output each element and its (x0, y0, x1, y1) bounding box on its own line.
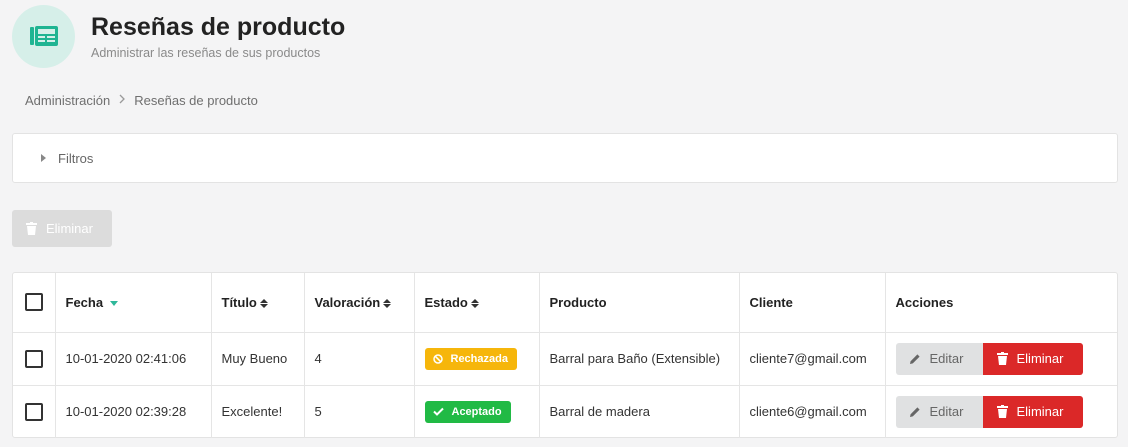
edit-button[interactable]: Editar (895, 395, 983, 428)
sort-icon (470, 298, 479, 308)
cell-rating: 5 (304, 385, 415, 438)
sort-icon (383, 298, 392, 308)
edit-button[interactable]: Editar (895, 342, 983, 375)
row-actions: Editar Eliminar (895, 395, 1118, 428)
column-customer: Cliente (739, 273, 886, 333)
delete-button[interactable]: Eliminar (982, 342, 1083, 375)
pencil-icon (909, 406, 921, 418)
cell-title: Muy Bueno (211, 332, 305, 386)
cell-product: Barral de madera (539, 385, 740, 438)
filters-toggle[interactable]: Filtros (12, 133, 1118, 183)
cell-date: 10-01-2020 02:41:06 (55, 332, 212, 386)
row-actions: Editar Eliminar (895, 342, 1118, 375)
filters-label: Filtros (58, 150, 94, 166)
ban-icon (432, 353, 443, 364)
bulk-delete-button[interactable]: Eliminar (12, 210, 112, 247)
breadcrumb-item-current: Reseñas de producto (134, 92, 258, 108)
cell-customer: cliente7@gmail.com (739, 332, 886, 386)
cell-rating: 4 (304, 332, 415, 386)
edit-label: Editar (929, 404, 964, 420)
select-all-checkbox[interactable] (25, 293, 43, 312)
caret-right-icon (41, 154, 46, 162)
row-select-cell (13, 385, 56, 438)
column-actions: Acciones (885, 273, 1117, 333)
delete-button[interactable]: Eliminar (982, 395, 1083, 428)
page-subtitle: Administrar las reseñas de sus productos (91, 46, 321, 60)
cell-actions: Editar Eliminar (885, 385, 1117, 438)
select-all-cell (13, 273, 56, 333)
reviews-table-card: Fecha Título Valoración Estado Producto … (12, 272, 1118, 438)
cell-customer: cliente6@gmail.com (739, 385, 886, 438)
status-badge: Aceptado (424, 400, 511, 423)
column-date[interactable]: Fecha (55, 273, 212, 333)
row-checkbox[interactable] (25, 349, 43, 368)
delete-label: Eliminar (1016, 404, 1064, 420)
cell-status: Rechazada (414, 332, 540, 386)
page-header: Reseñas de producto Administrar las rese… (12, 4, 345, 68)
row-select-cell (13, 332, 56, 386)
column-product: Producto (539, 273, 740, 333)
pencil-icon (909, 353, 921, 365)
check-icon (432, 407, 444, 417)
page-title: Reseñas de producto (91, 13, 346, 41)
trash-icon (996, 405, 1008, 419)
cell-status: Aceptado (414, 385, 540, 438)
table-row: 10-01-2020 02:41:06 Muy Bueno 4 Rechazad… (13, 332, 1118, 386)
trash-icon (996, 352, 1008, 365)
table-row: 10-01-2020 02:39:28 Excelente! 5 Aceptad… (13, 385, 1117, 438)
table-header-row: Fecha Título Valoración Estado Producto … (13, 273, 1117, 333)
sort-desc-icon (110, 300, 119, 306)
column-rating[interactable]: Valoración (304, 273, 415, 333)
chevron-right-icon (119, 93, 126, 107)
cell-product: Barral para Baño (Extensible) (539, 332, 740, 386)
trash-icon (26, 222, 37, 235)
column-title[interactable]: Título (211, 273, 305, 333)
cell-title: Excelente! (211, 385, 305, 438)
reviews-list-icon (12, 4, 75, 68)
breadcrumb: Administración Reseñas de producto (25, 92, 258, 108)
sort-icon (259, 298, 268, 308)
delete-label: Eliminar (1016, 351, 1064, 366)
bulk-delete-label: Eliminar (46, 221, 93, 236)
status-badge: Rechazada (424, 347, 517, 370)
row-checkbox[interactable] (25, 402, 43, 421)
status-label: Rechazada (450, 352, 508, 365)
column-status[interactable]: Estado (414, 273, 540, 333)
edit-label: Editar (929, 351, 964, 366)
reviews-table: Fecha Título Valoración Estado Producto … (13, 273, 1117, 438)
cell-date: 10-01-2020 02:39:28 (55, 385, 212, 438)
status-label: Aceptado (451, 405, 502, 418)
breadcrumb-item-administration[interactable]: Administración (25, 93, 110, 108)
cell-actions: Editar Eliminar (885, 332, 1118, 386)
